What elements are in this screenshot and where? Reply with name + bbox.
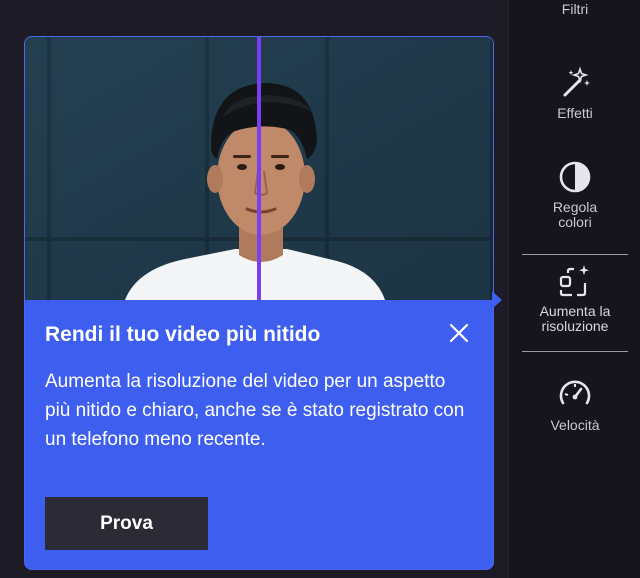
active-item-bottom-divider <box>522 351 628 352</box>
active-item-top-divider <box>522 254 628 255</box>
popup-title: Rendi il tuo video più nitido <box>45 323 321 346</box>
sidebar-item-regola-colori[interactable]: Regola colori <box>509 158 640 230</box>
close-button[interactable] <box>445 319 473 347</box>
try-button[interactable]: Prova <box>45 497 208 550</box>
feature-promo-popup: Rendi il tuo video più nitido Aumenta la… <box>24 36 494 570</box>
close-icon <box>449 323 469 343</box>
sidebar-item-velocita[interactable]: Velocità <box>509 376 640 433</box>
sidebar-item-label: Velocità <box>550 417 600 433</box>
comparison-split-line[interactable] <box>257 37 261 300</box>
sidebar-item-label: Regola colori <box>552 199 598 230</box>
contrast-icon <box>559 161 591 193</box>
sidebar-item-filtri[interactable]: Filtri <box>509 2 640 17</box>
sidebar-item-label: Filtri <box>561 1 589 17</box>
tools-sidebar: Filtri Effetti Regola colori Aumenta la … <box>508 0 640 578</box>
popup-description: Aumenta la risoluzione del video per un … <box>45 371 465 450</box>
popup-pointer-arrow <box>492 291 502 309</box>
before-after-preview-image <box>25 37 493 300</box>
speedometer-icon <box>559 380 591 405</box>
upscale-icon <box>559 265 589 297</box>
sidebar-item-label: Aumenta la risoluzione <box>539 303 611 334</box>
sidebar-item-label: Effetti <box>557 105 593 121</box>
sidebar-item-effetti[interactable]: Effetti <box>509 64 640 121</box>
sidebar-item-aumenta-risoluzione[interactable]: Aumenta la risoluzione <box>509 262 640 334</box>
magic-wand-icon <box>563 66 590 97</box>
